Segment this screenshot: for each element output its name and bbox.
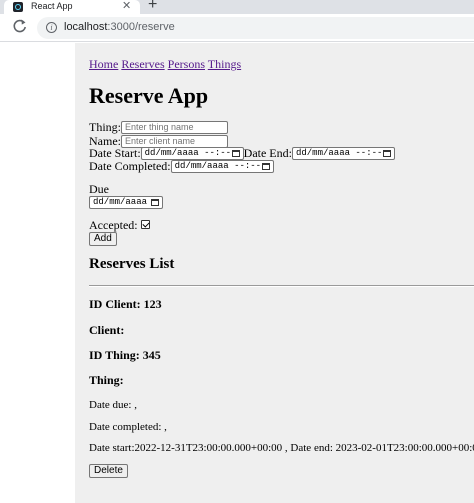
- date-start-label: Date Start:: [89, 146, 141, 160]
- thing-name: Thing:: [89, 373, 124, 387]
- reserves-list-heading: Reserves List: [89, 256, 175, 272]
- nav-link-persons[interactable]: Persons: [168, 57, 205, 71]
- date-completed-row: Date Completed: dd/mm/aaaa --:--: [89, 159, 274, 174]
- client-name: Client:: [89, 323, 125, 337]
- browser-tab[interactable]: React App ✕: [4, 0, 140, 14]
- delete-row: Delete: [89, 464, 128, 478]
- tab-strip: React App ✕ +: [0, 0, 474, 14]
- nav-link-things[interactable]: Things: [208, 57, 241, 71]
- nav-link-reserves[interactable]: Reserves: [121, 57, 164, 71]
- add-row: Add: [89, 230, 117, 246]
- due-input[interactable]: dd/mm/aaaa: [89, 195, 163, 209]
- info-icon[interactable]: i: [46, 22, 57, 33]
- nav-link-home[interactable]: Home: [89, 57, 118, 71]
- date-end-label: Date End:: [243, 146, 292, 160]
- calendar-icon[interactable]: [261, 162, 270, 170]
- date-end-input[interactable]: dd/mm/aaaa --:--: [291, 146, 395, 160]
- close-tab-icon[interactable]: ✕: [122, 0, 131, 12]
- date-due-text: Date due: ,: [89, 399, 137, 411]
- page-viewport: Home Reserves Persons Things Reserve App…: [0, 43, 474, 503]
- address-bar[interactable]: i localhost:3000/reserve: [37, 17, 474, 39]
- date-range-text: Date start:2022-12-31T23:00:00.000+00:00…: [89, 442, 474, 454]
- id-thing: ID Thing: 345: [89, 348, 161, 362]
- calendar-icon[interactable]: [382, 149, 391, 157]
- new-tab-icon[interactable]: +: [148, 0, 157, 14]
- page-title: Reserve App: [89, 83, 209, 108]
- date-start-input[interactable]: dd/mm/aaaa --:--: [140, 146, 244, 160]
- url-text[interactable]: localhost:3000/reserve: [64, 21, 175, 33]
- date-completed-input[interactable]: dd/mm/aaaa --:--: [170, 159, 274, 173]
- due-row: dd/mm/aaaa: [89, 195, 163, 210]
- delete-button[interactable]: Delete: [89, 464, 128, 478]
- thing-row: Thing: Enter thing name: [89, 120, 228, 135]
- react-favicon-icon: [13, 2, 23, 12]
- divider: [89, 285, 474, 287]
- date-completed-label: Date Completed:: [89, 159, 171, 173]
- id-client: ID Client: 123: [89, 297, 162, 311]
- add-button[interactable]: Add: [89, 232, 117, 246]
- app-container: Home Reserves Persons Things Reserve App…: [75, 43, 474, 503]
- nav-bar: Home Reserves Persons Things: [89, 57, 241, 72]
- calendar-icon[interactable]: [231, 149, 240, 157]
- browser-toolbar: i localhost:3000/reserve: [0, 14, 474, 42]
- accepted-checkbox[interactable]: [140, 220, 150, 230]
- date-completed-text: Date completed: ,: [89, 421, 167, 433]
- reload-icon[interactable]: [11, 17, 29, 35]
- thing-input[interactable]: Enter thing name: [121, 120, 228, 134]
- calendar-icon[interactable]: [151, 198, 159, 206]
- tab-title: React App: [31, 1, 73, 11]
- thing-label: Thing:: [89, 120, 121, 134]
